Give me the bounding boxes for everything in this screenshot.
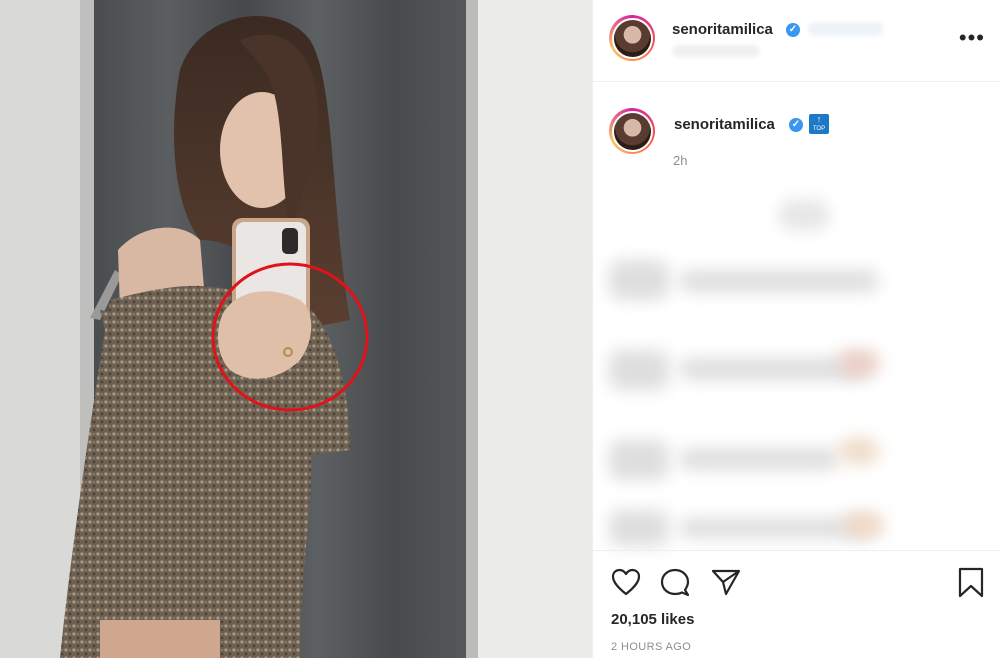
header-username[interactable]: senoritamilica [672,21,773,38]
blurred-comments [609,190,899,550]
more-options-icon[interactable]: ••• [959,27,985,49]
blurred-location [808,22,883,36]
caption-username[interactable]: senoritamilica [674,116,775,133]
verified-badge-icon: ✓ [786,23,800,37]
verified-badge-icon: ✓ [789,118,803,132]
post-sidebar: senoritamilica ✓ ••• senoritamilica ✓ ↑ T… [592,0,1000,658]
share-icon[interactable] [711,568,741,596]
profile-avatar[interactable] [609,15,655,61]
likes-count[interactable]: 20,105 likes [611,611,694,628]
bookmark-icon[interactable] [957,567,985,599]
top-emoji-icon: ↑ TOP [809,114,829,134]
heart-icon[interactable] [611,568,641,596]
blurred-subtitle [672,45,760,57]
comment-icon[interactable] [660,568,690,598]
post-header: senoritamilica ✓ ••• [593,0,1000,82]
caption-avatar[interactable] [609,108,655,154]
post-timestamp[interactable]: 2 HOURS AGO [611,641,691,653]
post-actions: 20,105 likes 2 HOURS AGO [593,550,1000,658]
mirror-selfie-image [0,0,592,658]
caption-timestamp[interactable]: 2h [673,153,687,168]
post-photo[interactable] [0,0,592,658]
